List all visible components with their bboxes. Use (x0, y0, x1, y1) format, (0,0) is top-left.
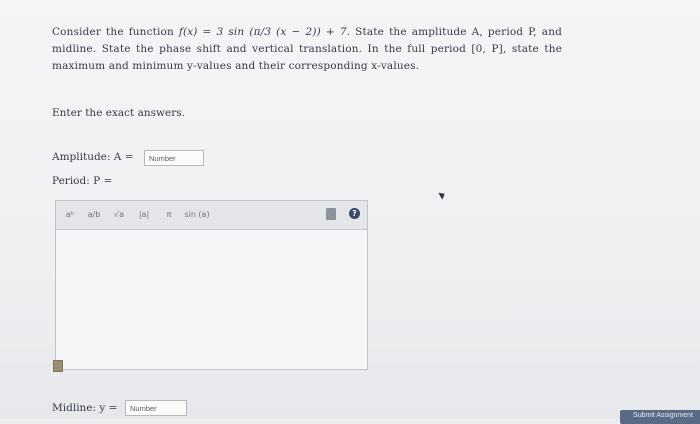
fraction-button[interactable]: a/b (86, 206, 102, 223)
math-input-area[interactable] (56, 230, 367, 369)
midline-input[interactable]: Number (125, 400, 187, 416)
question-text: Consider the function f(x) = 3 sin (π/3 … (52, 24, 562, 75)
question-part-1: Consider the function (52, 26, 179, 38)
instructions-text: Enter the exact answers. (52, 107, 185, 119)
amplitude-input[interactable]: Number (144, 150, 204, 166)
sqrt-button[interactable]: √a (110, 206, 128, 223)
power-button[interactable]: aᵇ (62, 206, 78, 223)
trash-icon[interactable] (326, 208, 336, 220)
sin-button[interactable]: sin (a) (182, 206, 212, 223)
keyboard-icon[interactable] (53, 360, 63, 372)
period-math-editor[interactable]: aᵇ a/b √a |a| π sin (a) ? (55, 200, 368, 370)
mouse-cursor-icon (438, 190, 447, 200)
amplitude-label: Amplitude: A = (52, 151, 134, 163)
abs-button[interactable]: |a| (136, 206, 152, 223)
pi-button[interactable]: π (162, 206, 176, 223)
math-toolbar: aᵇ a/b √a |a| π sin (a) ? (56, 201, 367, 230)
function-expression: f(x) = 3 sin (π/3 (x − 2)) + 7. (178, 26, 351, 38)
midline-label: Midline: y = (52, 402, 118, 414)
help-icon[interactable]: ? (349, 208, 360, 219)
submit-assignment-button[interactable]: Submit Assignment (620, 410, 700, 424)
assignment-page: Consider the function f(x) = 3 sin (π/3 … (0, 0, 700, 424)
period-label: Period: P = (52, 175, 113, 187)
